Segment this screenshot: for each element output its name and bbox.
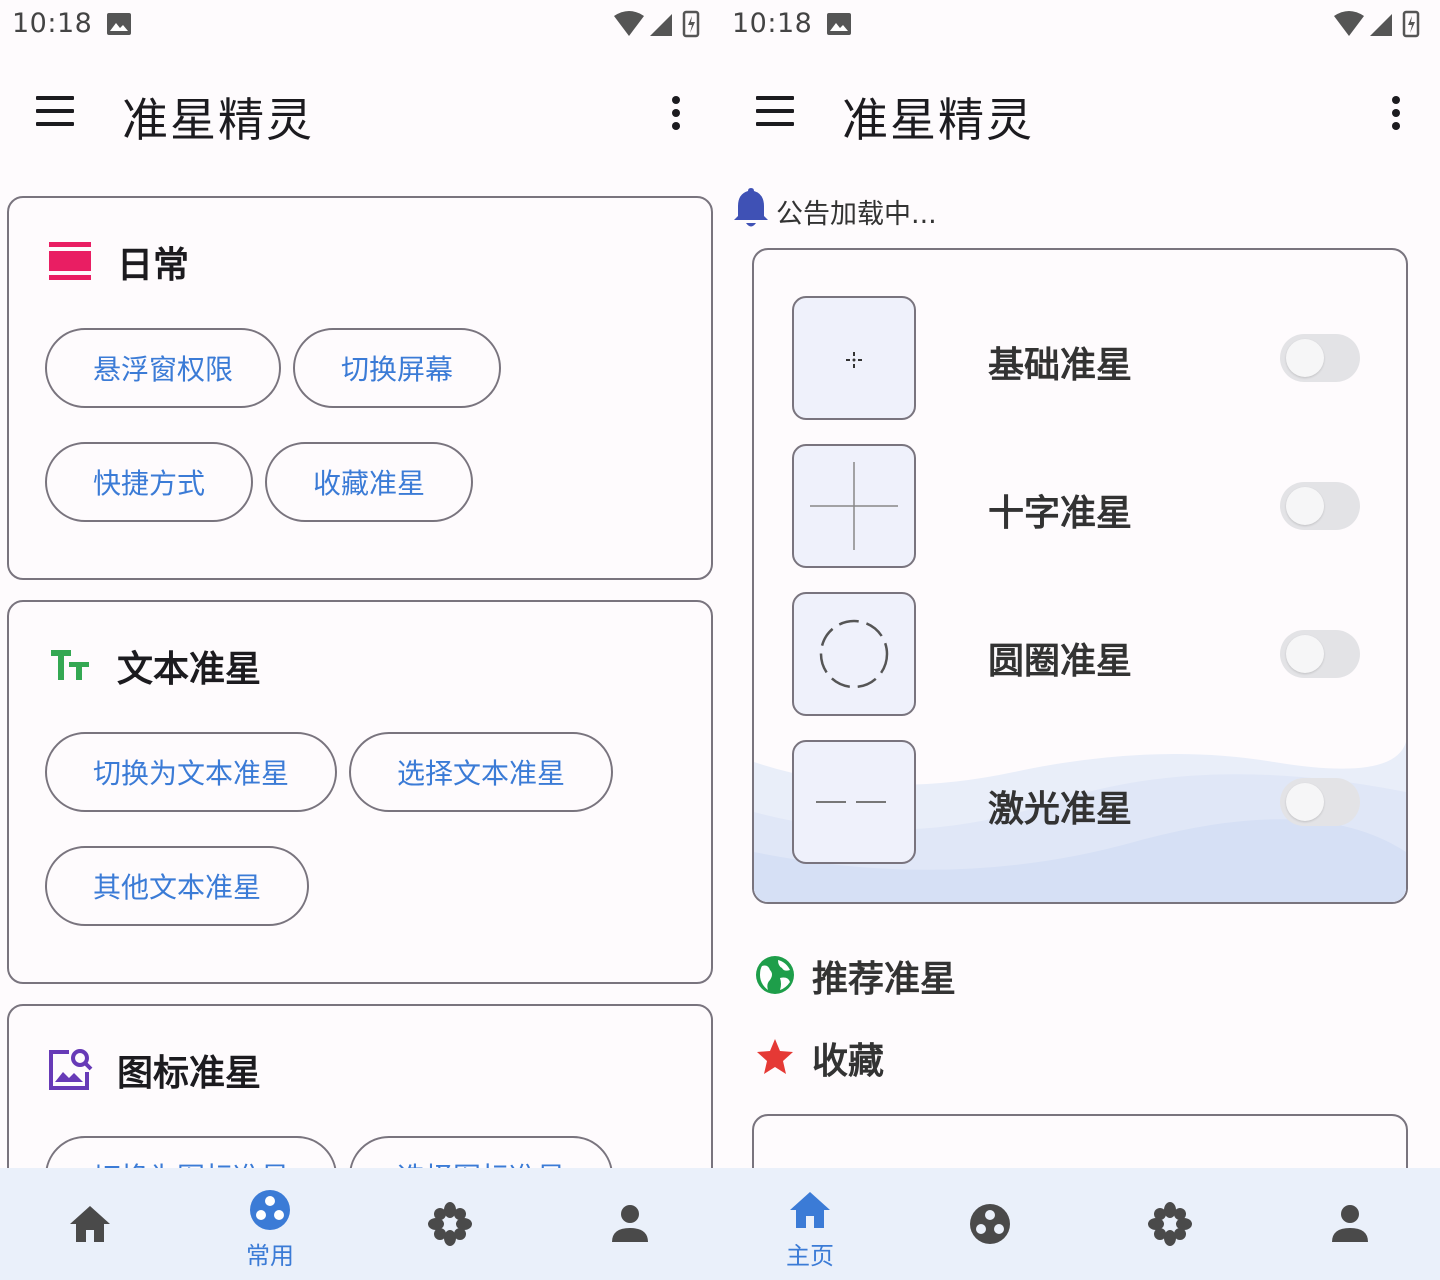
screen-home: 10:18 准星精灵 公告加载中... 基础准星 十字准星 圆圈准星 激光准星 … [720,0,1440,1280]
announcement-text: 公告加载中... [776,199,937,230]
chip-select-text[interactable]: 选择文本准星 [349,732,613,812]
section-title: 推荐准星 [812,959,957,1000]
cross-crosshair-icon [810,462,898,550]
person-icon [1332,1205,1368,1242]
nav-label: 常用 [246,1242,294,1270]
more-options-icon[interactable] [1376,90,1416,136]
status-bar: 10:18 [0,0,720,50]
status-icons [614,10,700,38]
crosshair-row-basic: 基础准星 [792,296,1372,420]
nav-tools[interactable] [360,1168,540,1280]
crosshair-toggle[interactable] [1280,482,1360,530]
app-bar: 准星精灵 [0,60,720,160]
crosshair-row-cross: 十字准星 [792,444,1372,568]
crosshair-row-circle: 圆圈准星 [792,592,1372,716]
app-bar: 准星精灵 [720,60,1440,160]
wifi-icon [614,11,644,36]
flower-icon [1148,1202,1192,1246]
image-search-icon [49,1049,93,1090]
app-title: 准星精灵 [122,93,314,147]
section-title: 收藏 [812,1041,885,1082]
screen-common: 10:18 准星精灵 日常 悬浮窗权限 切换屏幕 快捷方式 收藏准星 文本准星 … [0,0,720,1280]
crosshair-panel: 基础准星 十字准星 圆圈准星 激光准星 [752,248,1408,904]
dot-crosshair-icon [846,352,862,368]
status-bar: 10:18 [720,0,1440,50]
menu-icon[interactable] [746,88,806,134]
image-notification-icon [827,13,851,35]
nav-home[interactable]: 主页 [720,1168,900,1280]
nav-profile[interactable] [1260,1168,1440,1280]
card-text-crosshair: 文本准星 切换为文本准星 选择文本准星 其他文本准星 [7,600,713,984]
status-icons [1334,10,1420,38]
bottom-navigation: 主页 [720,1168,1440,1280]
signal-icon [650,14,672,36]
chip-shortcut[interactable]: 快捷方式 [45,442,253,522]
chip-switch-to-text[interactable]: 切换为文本准星 [45,732,337,812]
wifi-icon [1334,11,1364,36]
grid-dots-icon [250,1190,290,1230]
text-fields-icon [51,650,89,680]
grid-dots-icon [970,1204,1010,1244]
crosshair-preview[interactable] [792,740,916,864]
status-time: 10:18 [12,8,93,39]
announcement[interactable]: 公告加载中... [734,186,937,230]
crosshair-preview[interactable] [792,296,916,420]
chip-switch-screen[interactable]: 切换屏幕 [293,328,501,408]
view-agenda-icon [49,242,91,280]
nav-tools[interactable] [1080,1168,1260,1280]
person-icon [612,1205,648,1242]
crosshair-preview[interactable] [792,444,916,568]
more-options-icon[interactable] [656,90,696,136]
star-icon [757,1039,793,1074]
card-daily: 日常 悬浮窗权限 切换屏幕 快捷方式 收藏准星 [7,196,713,580]
menu-icon[interactable] [26,88,86,134]
card-title: 文本准星 [117,649,262,690]
crosshair-label: 圆圈准星 [988,641,1133,682]
circle-crosshair-icon [819,619,889,689]
status-time: 10:18 [732,8,813,39]
chip-favorite-crosshair[interactable]: 收藏准星 [265,442,473,522]
laser-crosshair-icon [816,801,886,803]
nav-home[interactable] [0,1168,180,1280]
globe-icon [756,956,794,994]
nav-common[interactable]: 常用 [180,1168,360,1280]
nav-profile[interactable] [540,1168,720,1280]
card-title: 图标准星 [117,1053,262,1094]
home-icon [70,1206,110,1242]
home-icon [790,1192,830,1228]
crosshair-toggle[interactable] [1280,630,1360,678]
crosshair-label: 十字准星 [988,493,1133,534]
card-title: 日常 [117,245,190,286]
flower-icon [428,1202,472,1246]
crosshair-row-laser: 激光准星 [792,740,1372,864]
image-notification-icon [107,13,131,35]
crosshair-toggle[interactable] [1280,334,1360,382]
crosshair-label: 基础准星 [988,345,1133,386]
crosshair-label: 激光准星 [988,789,1133,830]
app-title: 准星精灵 [842,93,1034,147]
signal-icon [1370,14,1392,36]
bottom-navigation: 常用 [0,1168,720,1280]
crosshair-preview[interactable] [792,592,916,716]
bell-icon [734,188,768,227]
nav-label: 主页 [786,1242,834,1270]
chip-overlay-permission[interactable]: 悬浮窗权限 [45,328,281,408]
crosshair-toggle[interactable] [1280,778,1360,826]
chip-other-text[interactable]: 其他文本准星 [45,846,309,926]
nav-common[interactable] [900,1168,1080,1280]
